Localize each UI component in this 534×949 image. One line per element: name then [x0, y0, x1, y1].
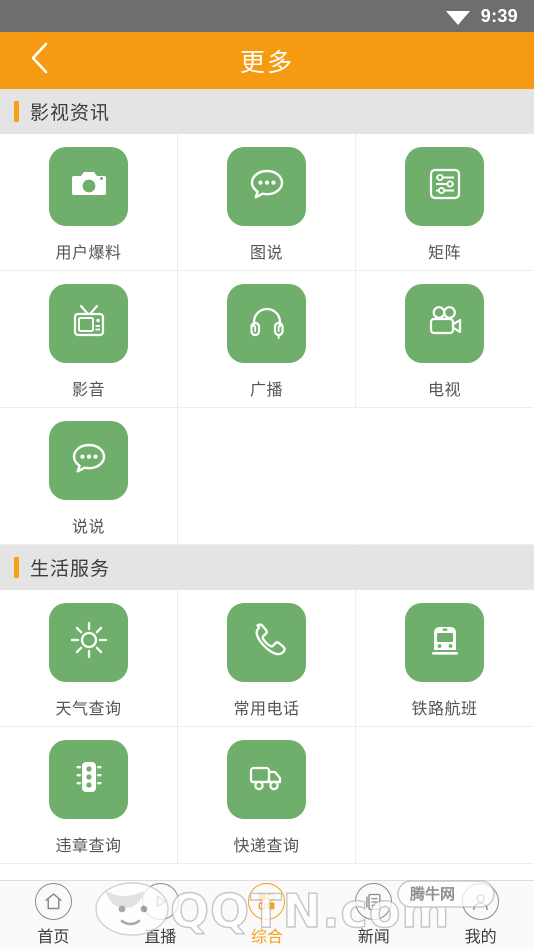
tile-background [405, 603, 484, 682]
grid-item-label: 用户爆料 [55, 245, 122, 262]
grid-item-tushuo[interactable]: 图说 [178, 134, 356, 271]
grid-item-label: 违章查询 [55, 838, 122, 855]
grid-filler [356, 408, 534, 545]
tile-background [227, 603, 306, 682]
status-bar: 9:39 [0, 0, 534, 32]
tile-background [49, 603, 128, 682]
grid-item-user-report[interactable]: 用户爆料 [0, 134, 178, 271]
sun-icon [67, 618, 111, 667]
bottom-navigation: 首页 直播 综合 新闻 我的 [0, 880, 534, 949]
train-icon [423, 618, 467, 667]
sliders-panel-icon [423, 162, 467, 211]
title-bar: 更多 [0, 32, 534, 89]
grid-item-phone-numbers[interactable]: 常用电话 [178, 590, 356, 727]
nav-item-home[interactable]: 首页 [0, 881, 107, 949]
back-button[interactable] [14, 32, 66, 89]
tile-background [49, 421, 128, 500]
home-icon [34, 883, 72, 920]
document-icon [355, 883, 393, 920]
tile-background [49, 740, 128, 819]
nav-item-live[interactable]: 直播 [107, 881, 214, 949]
grid-item-express-query[interactable]: 快递查询 [178, 727, 356, 864]
nav-item-label: 新闻 [357, 929, 390, 946]
nav-item-label: 直播 [144, 929, 177, 946]
tile-background [227, 740, 306, 819]
section-title: 影视资讯 [30, 103, 111, 124]
tile-background [405, 147, 484, 226]
grid-item-label: 快递查询 [233, 838, 300, 855]
grid-item-video-audio[interactable]: 影音 [0, 271, 178, 408]
grid-item-rail-flight[interactable]: 铁路航班 [356, 590, 534, 727]
section-accent-bar [14, 557, 19, 578]
section-header-life: 生活服务 [0, 545, 534, 590]
back-chevron-icon [29, 41, 51, 80]
section-accent-bar [14, 101, 19, 122]
grid-item-label: 说说 [71, 519, 105, 536]
app-grid-life: 天气查询 常用电话 铁路航班 违章查询 快递查询 [0, 590, 534, 864]
grid-filler [178, 408, 356, 545]
section-header-media: 影视资讯 [0, 89, 534, 134]
camera-icon [67, 162, 111, 211]
retro-tv-icon [67, 299, 111, 348]
phone-handset-icon [245, 618, 289, 667]
grid-item-radio[interactable]: 广播 [178, 271, 356, 408]
grid-filler [356, 727, 534, 864]
tile-background [49, 284, 128, 363]
traffic-light-icon [67, 755, 111, 804]
grid-item-label: 矩阵 [427, 245, 461, 262]
tile-background [405, 284, 484, 363]
tile-background [227, 284, 306, 363]
movie-camera-icon [423, 299, 467, 348]
wifi-icon [445, 7, 471, 26]
tile-background [49, 147, 128, 226]
grid-item-label: 影音 [71, 382, 105, 399]
grid-item-tv[interactable]: 电视 [356, 271, 534, 408]
play-icon [141, 883, 179, 920]
app-screen: 9:39 更多 影视资讯 用户爆料 图说 矩阵 影音 广播 电视 说说 生活服务… [0, 0, 534, 949]
grid-item-label: 铁路航班 [411, 701, 478, 718]
headphones-icon [245, 299, 289, 348]
chat-bubble-dots-icon [245, 162, 289, 211]
grid-item-label: 广播 [249, 382, 283, 399]
grid-item-label: 天气查询 [55, 701, 122, 718]
nav-item-news[interactable]: 新闻 [320, 881, 427, 949]
status-time: 9:39 [480, 5, 518, 26]
grid-item-label: 图说 [249, 245, 283, 262]
nav-item-profile[interactable]: 我的 [427, 881, 534, 949]
content-scroll-area[interactable]: 影视资讯 用户爆料 图说 矩阵 影音 广播 电视 说说 生活服务 天气查询 常用… [0, 89, 534, 949]
page-title: 更多 [239, 48, 294, 77]
grid-item-weather[interactable]: 天气查询 [0, 590, 178, 727]
nav-item-label: 我的 [464, 929, 497, 946]
nav-item-label: 首页 [37, 929, 70, 946]
person-icon [462, 883, 500, 920]
grid-squares-icon [248, 883, 286, 920]
tile-background [227, 147, 306, 226]
nav-item-comprehensive[interactable]: 综合 [214, 881, 321, 949]
grid-item-label: 常用电话 [233, 701, 300, 718]
chat-bubble-dots-icon [67, 436, 111, 485]
section-title: 生活服务 [30, 559, 111, 580]
grid-item-matrix[interactable]: 矩阵 [356, 134, 534, 271]
grid-item-traffic-violation[interactable]: 违章查询 [0, 727, 178, 864]
grid-item-shuoshuo[interactable]: 说说 [0, 408, 178, 545]
nav-item-label: 综合 [250, 929, 283, 946]
delivery-truck-icon [245, 755, 289, 804]
grid-item-label: 电视 [427, 382, 461, 399]
app-grid-media: 用户爆料 图说 矩阵 影音 广播 电视 说说 [0, 134, 534, 545]
